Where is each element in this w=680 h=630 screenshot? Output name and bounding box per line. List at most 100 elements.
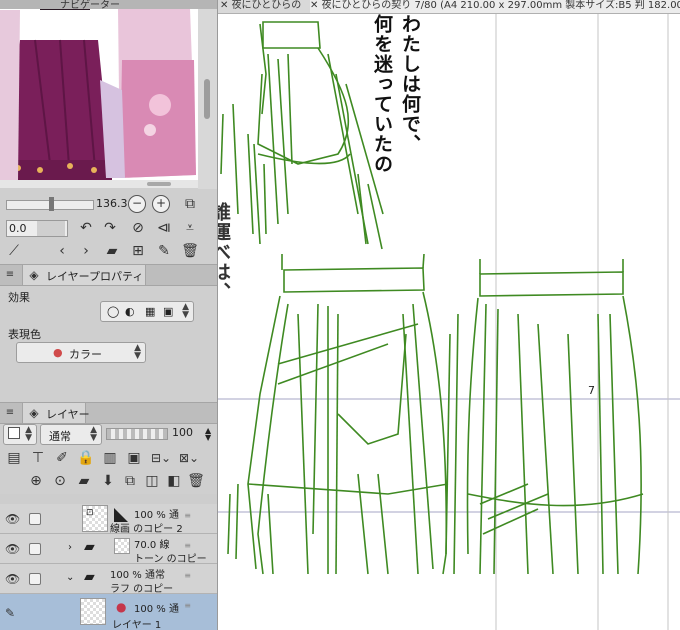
layer-panel-menu-icon[interactable]: ≡ [4, 406, 16, 420]
draft-icon[interactable]: ✐ [54, 450, 70, 466]
transfer-down-icon[interactable]: ⬇ [100, 473, 116, 489]
rotate-slider[interactable]: 0.0 [6, 220, 68, 237]
forward-icon[interactable]: › [78, 243, 94, 259]
folder-expand-icon[interactable]: › [68, 542, 72, 553]
new-vector-layer-icon[interactable]: ⊙ [52, 473, 68, 489]
clip-icon[interactable]: ▤ [6, 450, 22, 466]
layer-color-icon[interactable]: ▣ [163, 305, 173, 318]
opacity-slider[interactable] [106, 428, 168, 440]
flip-vertical-icon[interactable]: ⩡ [182, 220, 198, 236]
layer-property-icon: ◈ [29, 268, 39, 282]
layer-row-tone-copy[interactable]: 👁 › ▰ 70.0 線 トーン のコピー ≡ [0, 534, 217, 565]
panel-menu-icon[interactable]: ≡ [4, 268, 16, 282]
opacity-chevron-icon: ▲ ▼ [205, 426, 212, 442]
layer-thumbnail [80, 598, 106, 625]
layer-panel-header: ≡ ◈ レイヤー [0, 402, 217, 424]
visibility-eye-icon[interactable]: 👁 [5, 542, 20, 556]
tab-document-2[interactable]: ✕ 夜にひとひらの契り 7/80 (A4 210.00 x 297.00mm 製… [310, 0, 680, 13]
rotate-right-icon[interactable]: ↷ [102, 220, 118, 236]
preview-vscroll-thumb[interactable] [204, 79, 210, 119]
drag-grip-icon[interactable]: ≡ [184, 512, 191, 520]
layer-color-square-select[interactable]: ▲ ▼ [3, 424, 37, 445]
ruler-icon[interactable]: ⊟⌄ [150, 450, 172, 466]
mask-apply-icon[interactable]: ◧ [166, 473, 182, 489]
navigator-preview[interactable] [0, 0, 198, 188]
border-effect-icon[interactable]: ◯ [107, 305, 119, 318]
page-number: 7 [588, 384, 595, 397]
navigator-title: ナビゲーター [60, 0, 120, 11]
folder-open-icon[interactable]: ▰ [104, 243, 120, 259]
fit-screen-icon[interactable]: ⧉ [182, 196, 198, 212]
layer-info: 100 % 通 [134, 510, 179, 521]
rotate-left-icon[interactable]: ↶ [78, 220, 94, 236]
blend-mode-chevron-icon: ▲ ▼ [90, 425, 97, 443]
layer-check[interactable] [29, 543, 41, 555]
tab-document-1-label: 夜にひとひらの [231, 0, 302, 11]
color-layer-icon: ● [116, 600, 127, 614]
blend-row: ▲ ▼ 通常 ▲ ▼ 100 ▲ ▼ [0, 423, 217, 445]
preview-hscroll[interactable] [0, 180, 198, 188]
color-mode-chevron-icon: ▲ ▼ [134, 343, 141, 361]
close-icon[interactable]: ✕ [220, 0, 232, 11]
mask-ruler-icon[interactable]: ⊠⌄ [178, 450, 200, 466]
delete-icon[interactable]: 🗑 [181, 243, 199, 259]
preview-vscroll[interactable] [198, 9, 217, 189]
mask-create-icon[interactable]: ◫ [144, 473, 160, 489]
back-icon[interactable]: ‹ [54, 243, 70, 259]
layer-row-layer-1[interactable]: ✎ ● 100 % 通 レイヤー 1 ≡ [0, 594, 217, 630]
dialogue-line-2: 何を迷っていたの [371, 14, 393, 174]
edit-icon[interactable]: ✎ [156, 243, 172, 259]
zoom-slider-handle[interactable] [49, 197, 54, 211]
folder-icon: ▰ [84, 539, 95, 555]
green-sketch [220, 21, 644, 575]
blend-mode-select[interactable]: 通常 ▲ ▼ [40, 424, 102, 445]
preview-hscroll-thumb[interactable] [147, 182, 171, 186]
drag-grip-icon[interactable]: ≡ [184, 572, 191, 580]
layer-row-rough-copy[interactable]: 👁 ⌄ ▰ 100 % 通常 ラフ のコピー ≡ [0, 564, 217, 595]
color-wheel-icon: ● [53, 346, 63, 359]
vector-badge-icon: ⊡ [86, 508, 94, 518]
opacity-value: 100 [172, 426, 193, 439]
dither-effect-icon[interactable]: ▦ [145, 305, 155, 318]
new-raster-layer-icon[interactable]: ⊕ [28, 473, 44, 489]
layer-check[interactable] [29, 513, 41, 525]
new-folder-icon[interactable]: ▰ [76, 473, 92, 489]
effect-selector[interactable]: ◯ ◐ ▦ ▣ ▲ ▼ [100, 301, 194, 322]
layer-property-header: ≡ ◈ レイヤープロパティ [0, 264, 217, 286]
dialogue-line-1: わたしは何で、 [399, 14, 421, 154]
folder-collapse-icon[interactable]: ⌄ [66, 572, 74, 583]
drag-grip-icon[interactable]: ≡ [184, 542, 191, 550]
blend-mode-value: 通常 [49, 430, 71, 443]
manga-page: 7 [218, 14, 680, 630]
layer-check[interactable] [29, 573, 41, 585]
lock-transparency-icon[interactable]: ▥ [102, 450, 118, 466]
lock-icon[interactable]: 🔒 [77, 450, 94, 466]
preview-image [0, 0, 198, 188]
color-mode-select[interactable]: ● カラー ▲ ▼ [16, 342, 146, 363]
canvas-area[interactable]: ✕ 夜にひとひらの ✕ 夜にひとひらの契り 7/80 (A4 210.00 x … [218, 0, 680, 630]
add-page-icon[interactable]: ⊞ [130, 243, 146, 259]
tab-document-1[interactable]: ✕ 夜にひとひらの [220, 0, 306, 13]
visibility-eye-icon[interactable]: 👁 [5, 512, 20, 526]
zoom-out-button[interactable]: − [128, 195, 146, 213]
zoom-slider[interactable] [6, 197, 94, 211]
navigator-header: ナビゲーター [0, 0, 217, 11]
folder-icon: ▰ [84, 569, 95, 585]
merge-icon[interactable]: ⧉ [122, 473, 138, 489]
edit-pen-icon[interactable]: ✎ [5, 606, 15, 620]
reset-rotation-icon[interactable]: ⊘ [130, 220, 146, 236]
zoom-in-button[interactable]: + [152, 195, 170, 213]
layer-row-lineart-copy-2[interactable]: 👁 ⊡ 100 % 通 線画 のコピー 2 ≡ [0, 504, 217, 535]
left-text-fragment: 誰運べは、 [218, 202, 231, 302]
reference-icon[interactable]: ⊤ [30, 450, 46, 466]
eyedropper-icon[interactable]: ⟋ [6, 243, 22, 259]
tab-document-2-label: 夜にひとひらの契り 7/80 (A4 210.00 x 297.00mm 製本サ… [321, 0, 680, 11]
delete-layer-icon[interactable]: 🗑 [187, 473, 205, 489]
flip-horizontal-icon[interactable]: ⧏ [156, 220, 172, 236]
rotate-row: 0.0 ↶ ↷ ⊘ ⧏ ⩡ [0, 216, 217, 240]
visibility-eye-icon[interactable]: 👁 [5, 572, 20, 586]
drag-grip-icon[interactable]: ≡ [184, 602, 191, 610]
mask-icon[interactable]: ▣ [126, 450, 142, 466]
close-icon[interactable]: ✕ [310, 0, 322, 11]
tone-effect-icon[interactable]: ◐ [125, 305, 135, 318]
